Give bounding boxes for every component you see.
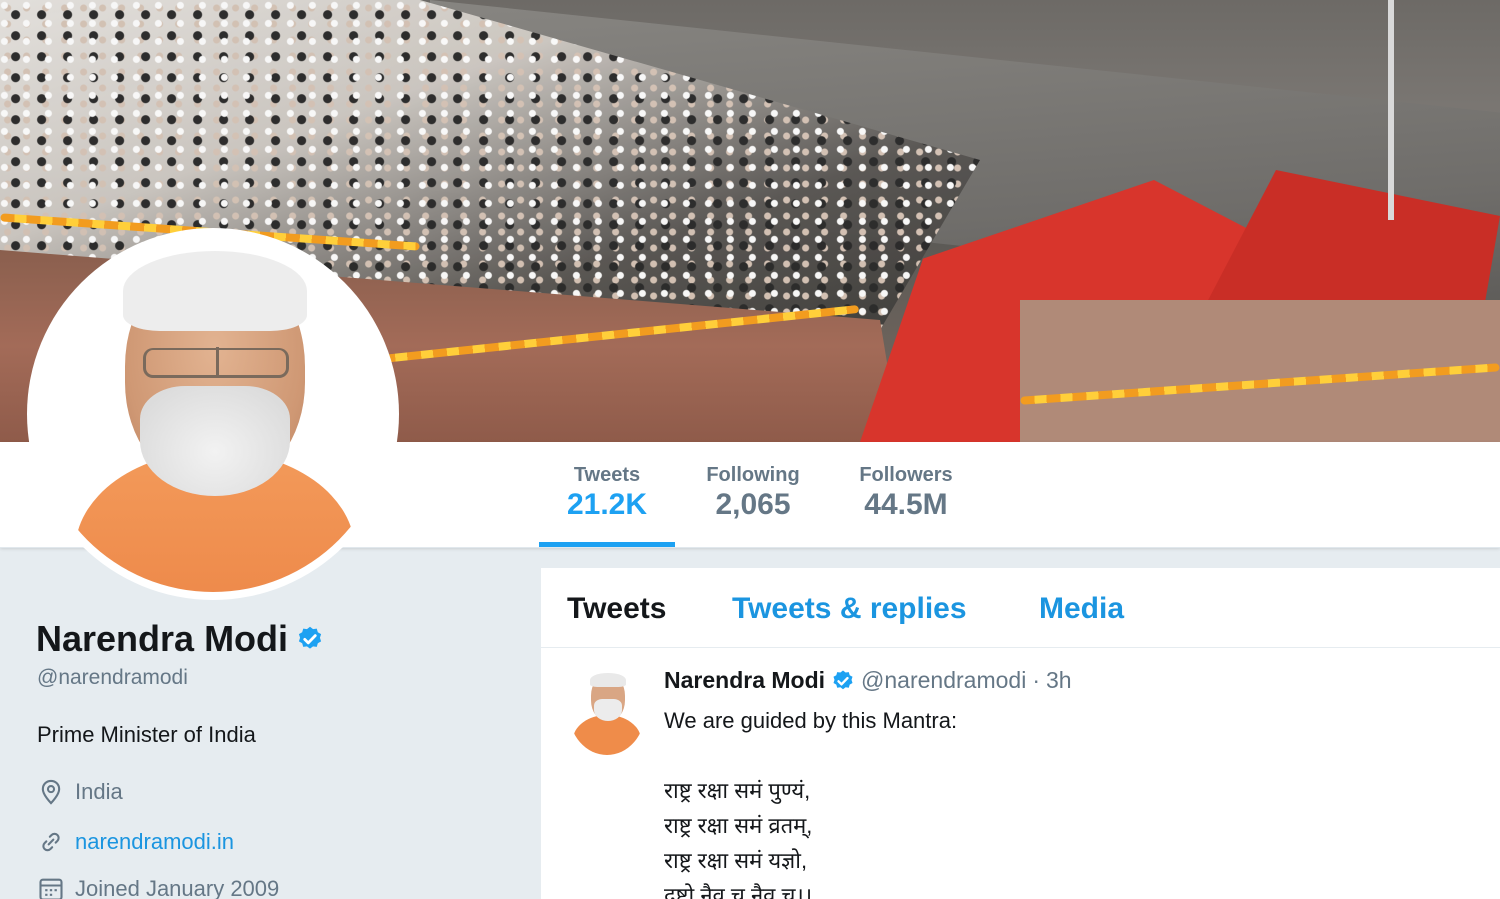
calendar-icon: [39, 878, 63, 899]
avatar-hair: [123, 251, 307, 331]
tweet-avatar-kurta: [573, 715, 641, 755]
timeline-tabs: Tweets Tweets & replies Media: [541, 568, 1500, 648]
tweet-separator: ·: [1032, 667, 1040, 693]
profile-name[interactable]: Narendra Modi: [36, 618, 288, 660]
banner-flag-pole: [1388, 0, 1394, 220]
stat-value: 21.2K: [566, 488, 648, 521]
tweet-avatar-hair: [590, 673, 626, 687]
active-stat-underline: [539, 542, 675, 547]
profile-card: Narendra Modi @narendramodi Prime Minist…: [0, 548, 540, 899]
location-pin-icon: [41, 779, 61, 805]
timeline-panel: Tweets Tweets & replies Media Narendra M…: [541, 568, 1500, 899]
verified-badge-icon: [833, 670, 853, 689]
tweet-line: [664, 738, 957, 773]
website-link[interactable]: narendramodi.in: [75, 829, 234, 855]
tweet-text: We are guided by this Mantra: राष्ट्र रक…: [664, 703, 957, 899]
stat-label: Tweets: [573, 464, 641, 486]
tweet-line: दृष्टो नैव च नैव च।।: [664, 883, 813, 899]
tweet-line: राष्ट्र रक्षा समं व्रतम्,: [664, 813, 813, 838]
profile-website[interactable]: narendramodi.in: [37, 828, 234, 856]
tweet-timestamp[interactable]: 3h: [1046, 667, 1072, 694]
avatar-photo: [35, 236, 391, 592]
tweet-header: Narendra Modi @narendramodi · 3h: [664, 667, 1072, 694]
tweet-author-name[interactable]: Narendra Modi: [664, 667, 825, 694]
tweet-item[interactable]: Narendra Modi @narendramodi · 3h We are …: [541, 649, 1500, 899]
tweet-author-handle[interactable]: @narendramodi: [861, 667, 1026, 694]
tweet-line: राष्ट्र रक्षा समं यज्ञो,: [664, 848, 808, 873]
profile-location: India: [37, 778, 123, 806]
profile-avatar[interactable]: [27, 228, 399, 600]
avatar-beard: [140, 386, 290, 496]
tweet-line: राष्ट्र रक्षा समं पुण्यं,: [664, 778, 811, 803]
stat-label: Followers: [859, 464, 953, 486]
stat-tweets[interactable]: Tweets 21.2K: [553, 464, 661, 522]
profile-handle[interactable]: @narendramodi: [37, 666, 188, 690]
profile-bio: Prime Minister of India: [37, 722, 256, 747]
link-icon: [42, 832, 60, 852]
location-text: India: [75, 779, 123, 804]
avatar-glasses: [143, 347, 289, 378]
profile-name-row: Narendra Modi: [36, 618, 324, 660]
tweet-avatar[interactable]: [569, 669, 645, 755]
profile-joined: Joined January 2009: [37, 875, 279, 899]
verified-badge-icon: [298, 626, 322, 649]
tab-media[interactable]: Media: [1039, 592, 1124, 626]
stat-value: 44.5M: [864, 488, 948, 521]
tweet-avatar-beard: [594, 699, 622, 721]
stat-label: Following: [706, 464, 800, 486]
tab-tweets[interactable]: Tweets: [567, 592, 666, 626]
tab-tweets-replies[interactable]: Tweets & replies: [732, 592, 967, 626]
stat-value: 2,065: [715, 488, 791, 521]
stat-following[interactable]: Following 2,065: [700, 464, 806, 522]
tweet-line: We are guided by this Mantra:: [664, 708, 958, 733]
joined-text: Joined January 2009: [75, 876, 280, 899]
stat-followers[interactable]: Followers 44.5M: [854, 464, 958, 522]
